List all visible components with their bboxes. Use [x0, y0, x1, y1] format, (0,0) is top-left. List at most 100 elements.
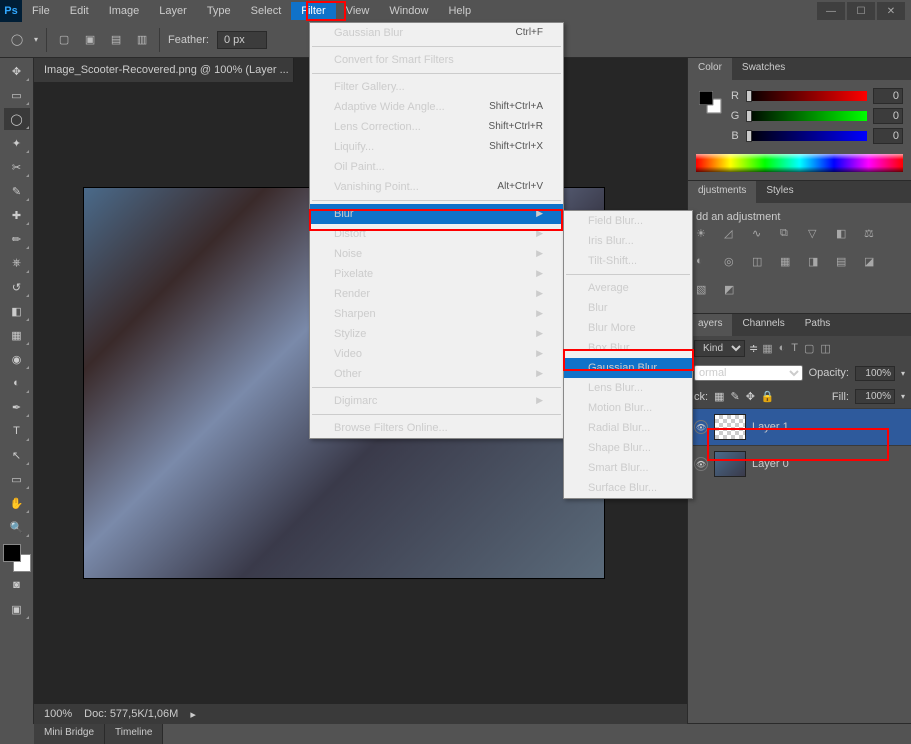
selective-icon[interactable]: ◩ — [724, 283, 742, 301]
mi-blur-basic[interactable]: Blur — [564, 298, 692, 318]
tab-color[interactable]: Color — [688, 58, 732, 80]
document-tab[interactable]: Image_Scooter-Recovered.png @ 100% (Laye… — [34, 58, 294, 82]
mi-stylize[interactable]: Stylize▶ — [310, 324, 563, 344]
layer-thumb[interactable] — [714, 451, 746, 477]
fill-input[interactable] — [855, 389, 895, 404]
b-value[interactable]: 0 — [873, 128, 903, 144]
zoom-tool[interactable]: 🔍 — [4, 516, 30, 538]
menu-file[interactable]: File — [22, 2, 60, 20]
hue-icon[interactable]: ◧ — [836, 227, 854, 245]
menu-view[interactable]: View — [336, 2, 380, 20]
mi-gaussian-blur[interactable]: Gaussian Blur... — [564, 358, 692, 378]
kind-select[interactable]: Kind — [694, 340, 745, 357]
menu-filter[interactable]: Filter — [291, 2, 335, 20]
brush-tool[interactable]: ✏ — [4, 228, 30, 250]
brightness-icon[interactable]: ☀ — [696, 227, 714, 245]
visibility-icon[interactable]: 👁 — [694, 420, 708, 434]
path-tool[interactable]: ↖ — [4, 444, 30, 466]
mi-shape-blur[interactable]: Shape Blur... — [564, 438, 692, 458]
tab-adjustments[interactable]: djustments — [688, 181, 756, 203]
filter-type-icon[interactable]: T — [791, 342, 798, 355]
mi-browse-filters[interactable]: Browse Filters Online... — [310, 418, 563, 438]
mi-lens-blur[interactable]: Lens Blur... — [564, 378, 692, 398]
selection-add-icon[interactable]: ▣ — [81, 31, 99, 49]
pen-tool[interactable]: ✒ — [4, 396, 30, 418]
blend-mode-select[interactable]: ormal — [694, 365, 803, 381]
move-tool[interactable]: ✥ — [4, 60, 30, 82]
stamp-tool[interactable]: ⎈ — [4, 252, 30, 274]
dodge-tool[interactable]: ◐ — [4, 372, 30, 394]
posterize-icon[interactable]: ▤ — [836, 255, 854, 273]
mi-liquify[interactable]: Liquify...Shift+Ctrl+X — [310, 137, 563, 157]
mi-pixelate[interactable]: Pixelate▶ — [310, 264, 563, 284]
mi-surface-blur[interactable]: Surface Blur... — [564, 478, 692, 498]
mi-box-blur[interactable]: Box Blur... — [564, 338, 692, 358]
r-value[interactable]: 0 — [873, 88, 903, 104]
lock-move-icon[interactable]: ✥ — [746, 390, 755, 403]
heal-tool[interactable]: ✚ — [4, 204, 30, 226]
tab-layers[interactable]: ayers — [688, 314, 732, 336]
tab-paths[interactable]: Paths — [795, 314, 841, 336]
menu-type[interactable]: Type — [197, 2, 241, 20]
bw-icon[interactable]: ◐ — [696, 255, 714, 273]
screenmode-tool[interactable]: ▣ — [4, 598, 30, 620]
mi-vanishing[interactable]: Vanishing Point...Alt+Ctrl+V — [310, 177, 563, 197]
menu-select[interactable]: Select — [241, 2, 292, 20]
mi-digimarc[interactable]: Digimarc▶ — [310, 391, 563, 411]
mi-video[interactable]: Video▶ — [310, 344, 563, 364]
mi-convert-smart[interactable]: Convert for Smart Filters — [310, 50, 563, 70]
menu-layer[interactable]: Layer — [149, 2, 197, 20]
mi-field-blur[interactable]: Field Blur... — [564, 211, 692, 231]
threshold-icon[interactable]: ◪ — [864, 255, 882, 273]
mi-iris-blur[interactable]: Iris Blur... — [564, 231, 692, 251]
color-swatches[interactable] — [3, 544, 31, 572]
map-icon[interactable]: ▧ — [696, 283, 714, 301]
mi-blur-more[interactable]: Blur More — [564, 318, 692, 338]
lasso-tool[interactable]: ◯ — [4, 108, 30, 130]
mi-filter-gallery[interactable]: Filter Gallery... — [310, 77, 563, 97]
minimize-button[interactable]: — — [817, 2, 845, 20]
invert-icon[interactable]: ◨ — [808, 255, 826, 273]
mi-other[interactable]: Other▶ — [310, 364, 563, 384]
photo-filter-icon[interactable]: ◎ — [724, 255, 742, 273]
spectrum-bar[interactable] — [696, 154, 903, 172]
history-brush-tool[interactable]: ↺ — [4, 276, 30, 298]
visibility-icon[interactable]: 👁 — [694, 457, 708, 471]
layer-row[interactable]: 👁 Layer 1 — [688, 408, 911, 445]
vibrance-icon[interactable]: ▽ — [808, 227, 826, 245]
dropdown-icon[interactable]: ▾ — [901, 392, 905, 401]
mi-last-filter[interactable]: Gaussian BlurCtrl+F — [310, 23, 563, 43]
crop-tool[interactable]: ✂ — [4, 156, 30, 178]
quickmask-tool[interactable]: ◙ — [4, 574, 30, 596]
dropdown-icon[interactable]: ▾ — [901, 369, 905, 378]
maximize-button[interactable]: ☐ — [847, 2, 875, 20]
opacity-input[interactable] — [855, 366, 895, 381]
status-arrow-icon[interactable]: ▸ — [190, 708, 196, 721]
tab-styles[interactable]: Styles — [756, 181, 803, 203]
shape-tool[interactable]: ▭ — [4, 468, 30, 490]
eraser-tool[interactable]: ◧ — [4, 300, 30, 322]
lock-brush-icon[interactable]: ✎ — [730, 390, 739, 403]
marquee-tool[interactable]: ▭ — [4, 84, 30, 106]
feather-input[interactable] — [217, 31, 267, 49]
mi-adaptive-wide[interactable]: Adaptive Wide Angle...Shift+Ctrl+A — [310, 97, 563, 117]
b-slider[interactable] — [746, 131, 867, 141]
dropdown-icon[interactable]: ≑ — [749, 342, 758, 355]
dropdown-icon[interactable]: ▾ — [34, 35, 38, 44]
g-slider[interactable] — [746, 111, 867, 121]
mi-sharpen[interactable]: Sharpen▶ — [310, 304, 563, 324]
mi-render[interactable]: Render▶ — [310, 284, 563, 304]
menu-edit[interactable]: Edit — [60, 2, 99, 20]
menu-image[interactable]: Image — [99, 2, 150, 20]
filter-img-icon[interactable]: ▦ — [762, 342, 772, 355]
layer-thumb[interactable] — [714, 414, 746, 440]
lookup-icon[interactable]: ▦ — [780, 255, 798, 273]
layer-name[interactable]: Layer 0 — [752, 458, 789, 470]
mi-blur[interactable]: Blur▶ — [310, 204, 563, 224]
lock-all-icon[interactable]: 🔒 — [761, 390, 775, 403]
zoom-level[interactable]: 100% — [44, 708, 72, 720]
mi-distort[interactable]: Distort▶ — [310, 224, 563, 244]
mi-oil-paint[interactable]: Oil Paint... — [310, 157, 563, 177]
levels-icon[interactable]: ◿ — [724, 227, 742, 245]
tab-timeline[interactable]: Timeline — [105, 724, 163, 744]
